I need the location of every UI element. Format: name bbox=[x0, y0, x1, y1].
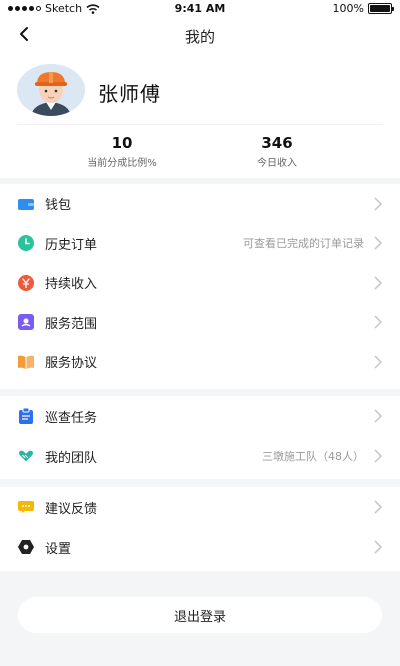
wallet-icon bbox=[18, 196, 34, 212]
chevron-right-icon bbox=[372, 355, 384, 369]
stat-today-income: 346 今日收入 bbox=[207, 134, 347, 169]
menu-label: 服务协议 bbox=[45, 356, 98, 372]
chevron-right-icon bbox=[372, 236, 384, 250]
menu-label: 设置 bbox=[45, 541, 72, 557]
menu-label: 持续收入 bbox=[45, 277, 98, 293]
chevron-right-icon bbox=[372, 315, 384, 329]
feedback-icon bbox=[18, 499, 34, 515]
divider bbox=[17, 124, 383, 125]
menu-label: 服务范围 bbox=[45, 316, 98, 332]
chevron-right-icon bbox=[372, 500, 384, 514]
handshake-icon bbox=[18, 448, 34, 464]
menu-label: 我的团队 bbox=[45, 450, 98, 466]
menu-label: 建议反馈 bbox=[45, 501, 98, 517]
menu-group-main: 钱包 历史订单 可查看已完成的订单记录 持续收入 服务范围 服务协议 bbox=[0, 184, 400, 389]
menu-item-service-range[interactable]: 服务范围 bbox=[0, 303, 400, 343]
worker-avatar-icon bbox=[17, 64, 85, 116]
yuan-coin-icon bbox=[18, 274, 34, 291]
battery-percent: 100% bbox=[332, 2, 364, 15]
clipboard-icon bbox=[18, 408, 34, 424]
profile-card: 张师傅 10 当前分成比例% 346 今日收入 bbox=[0, 52, 400, 178]
chevron-right-icon bbox=[372, 409, 384, 423]
chevron-right-icon bbox=[372, 449, 384, 463]
menu-item-service-agreement[interactable]: 服务协议 bbox=[0, 342, 400, 382]
menu-item-patrol-task[interactable]: 巡查任务 bbox=[0, 396, 400, 436]
avatar[interactable] bbox=[17, 64, 85, 116]
nav-header: 我的 bbox=[0, 18, 400, 52]
chevron-right-icon bbox=[372, 197, 384, 211]
gear-icon bbox=[18, 539, 34, 555]
stat-label: 当前分成比例% bbox=[87, 158, 157, 169]
menu-label: 历史订单 bbox=[45, 237, 98, 253]
battery-icon bbox=[368, 3, 394, 14]
menu-item-feedback[interactable]: 建议反馈 bbox=[0, 487, 400, 527]
chevron-right-icon bbox=[372, 276, 384, 290]
stat-value: 346 bbox=[261, 134, 293, 152]
logout-button[interactable]: 退出登录 bbox=[18, 597, 382, 633]
stat-value: 10 bbox=[111, 134, 133, 152]
status-bar: Sketch 9:41 AM 100% bbox=[0, 0, 400, 18]
clock-icon bbox=[18, 235, 34, 252]
stat-label: 今日收入 bbox=[257, 158, 297, 169]
menu-item-settings[interactable]: 设置 bbox=[0, 527, 400, 567]
book-icon bbox=[18, 354, 34, 370]
menu-group-settings: 建议反馈 设置 bbox=[0, 487, 400, 571]
menu-hint: 可查看已完成的订单记录 bbox=[243, 237, 364, 251]
menu-item-continuous-income[interactable]: 持续收入 bbox=[0, 263, 400, 303]
menu-hint: 三墩施工队（48人） bbox=[262, 450, 364, 463]
page-title: 我的 bbox=[184, 28, 215, 46]
menu-item-history-orders[interactable]: 历史订单 可查看已完成的订单记录 bbox=[0, 224, 400, 264]
stat-share-ratio: 10 当前分成比例% bbox=[52, 134, 192, 169]
menu-label: 巡查任务 bbox=[45, 410, 98, 426]
range-icon bbox=[18, 314, 34, 331]
user-name: 张师傅 bbox=[98, 82, 161, 106]
menu-group-team: 巡查任务 我的团队 三墩施工队（48人） bbox=[0, 396, 400, 479]
menu-item-wallet[interactable]: 钱包 bbox=[0, 184, 400, 224]
chevron-right-icon bbox=[372, 540, 384, 554]
menu-item-my-team[interactable]: 我的团队 三墩施工队（48人） bbox=[0, 436, 400, 476]
menu-label: 钱包 bbox=[45, 198, 72, 214]
status-right: 100% bbox=[332, 2, 394, 15]
